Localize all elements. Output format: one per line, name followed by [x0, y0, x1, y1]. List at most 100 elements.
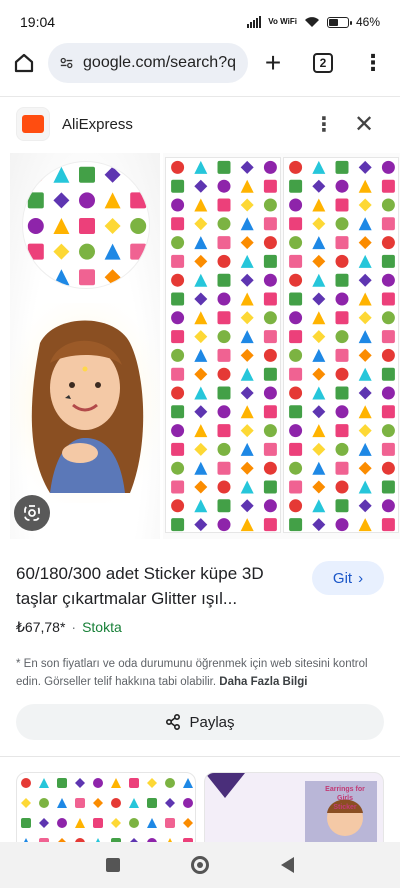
sticker-shape [104, 243, 121, 260]
sticker-shape [263, 330, 277, 344]
sticker-shape [53, 218, 70, 234]
sticker-shape [312, 311, 326, 325]
sticker-shape [217, 273, 231, 287]
more-info-link[interactable]: Daha Fazla Bilgi [219, 676, 307, 688]
sticker-shape [240, 198, 254, 212]
sticker-shape [194, 424, 208, 438]
girl-image [10, 303, 160, 503]
recents-button[interactable] [105, 858, 120, 872]
sticker-shape [75, 818, 85, 828]
home-nav-button[interactable] [191, 856, 210, 874]
sticker-shape [217, 179, 231, 193]
image-result-card: AliExpress ⋮ ✕ 60/180/300 adet Sticker k… [0, 96, 400, 756]
sticker-shape [21, 798, 31, 808]
sticker-shape [129, 818, 139, 828]
sticker-shape [335, 424, 349, 438]
sticker-shape [217, 367, 231, 381]
sticker-shape [194, 179, 208, 193]
sticker-shape [171, 273, 185, 287]
share-button[interactable]: Paylaş [16, 704, 384, 740]
sticker-shape [57, 818, 67, 828]
related-card-text-line1: Earrings for Girls [325, 786, 365, 802]
tab-switcher-button[interactable]: 2 [298, 42, 348, 84]
sticker-shape [335, 254, 349, 268]
sticker-shape [358, 442, 372, 456]
sticker-shape [75, 798, 85, 808]
sticker-shape [171, 442, 185, 456]
sticker-shape [171, 292, 185, 306]
sticker-shape [289, 461, 303, 475]
sticker-shape [171, 311, 185, 325]
sticker-shape [358, 179, 372, 193]
sticker-shape [289, 424, 303, 438]
sticker-shape [335, 330, 349, 344]
sticker-shape [358, 367, 372, 381]
back-button[interactable] [281, 857, 295, 873]
sticker-closeup-image [22, 161, 150, 289]
sticker-shape [289, 254, 303, 268]
related-result-2[interactable]: Earrings for Girls Sticker [204, 772, 384, 842]
sticker-shape [217, 480, 231, 494]
sticker-shape [194, 442, 208, 456]
google-lens-button[interactable] [14, 495, 50, 531]
new-tab-button[interactable]: + [248, 42, 298, 84]
sticker-shape [194, 386, 208, 400]
sticker-shape [335, 461, 349, 475]
result-title[interactable]: 60/180/300 adet Sticker küpe 3D taşlar ç… [16, 561, 301, 611]
sticker-shape [240, 311, 254, 325]
sticker-shape [240, 236, 254, 250]
sticker-shape [335, 217, 349, 231]
sticker-shape [358, 424, 372, 438]
sticker-shape [289, 160, 303, 174]
sticker-shape [335, 518, 349, 532]
related-result-1[interactable] [16, 772, 196, 842]
sticker-shape [358, 311, 372, 325]
sticker-shape [130, 192, 147, 209]
sticker-shape [217, 348, 231, 362]
sticker-shape [240, 424, 254, 438]
sticker-shape [130, 269, 147, 286]
sticker-shape [194, 236, 208, 250]
sticker-shape [312, 330, 326, 344]
sticker-shape [312, 480, 326, 494]
sticker-shape [93, 798, 103, 808]
site-settings-icon[interactable] [60, 56, 73, 70]
sticker-shape [171, 499, 185, 513]
browser-menu-button[interactable]: ⋮ [348, 42, 398, 84]
home-button[interactable] [0, 42, 48, 84]
sticker-shape [27, 192, 44, 209]
girl-photo [10, 153, 160, 539]
sticker-shape [194, 330, 208, 344]
product-image[interactable] [0, 153, 400, 539]
sticker-shape [53, 192, 70, 209]
sticker-shape [381, 461, 395, 475]
sticker-shape [263, 179, 277, 193]
clock: 19:04 [20, 14, 56, 30]
sticker-shape [335, 405, 349, 419]
close-button[interactable]: ✕ [344, 110, 384, 139]
address-bar[interactable]: google.com/search?q [48, 43, 248, 83]
sticker-shape [358, 499, 372, 513]
sticker-shape [217, 424, 231, 438]
sticker-shape [381, 311, 395, 325]
sticker-shape [263, 367, 277, 381]
browser-toolbar: google.com/search?q + 2 ⋮ [0, 42, 400, 84]
sticker-shape [147, 818, 157, 828]
sticker-shape [79, 192, 95, 209]
sticker-shape [381, 217, 395, 231]
visit-button[interactable]: Git › [312, 561, 384, 595]
sticker-shape [194, 480, 208, 494]
sticker-shape [358, 217, 372, 231]
url-text[interactable]: google.com/search?q [83, 54, 236, 72]
chevron-right-icon: › [358, 569, 364, 587]
sticker-shape [335, 499, 349, 513]
sticker-shape [240, 367, 254, 381]
more-options-button[interactable]: ⋮ [304, 112, 344, 137]
sticker-shape [289, 518, 303, 532]
sticker-shape [335, 348, 349, 362]
more-vert-icon: ⋮ [362, 50, 384, 75]
price: ₺67,78* [16, 619, 66, 635]
sticker-shape [358, 160, 372, 174]
sticker-shape [335, 367, 349, 381]
sticker-shape [79, 218, 95, 234]
